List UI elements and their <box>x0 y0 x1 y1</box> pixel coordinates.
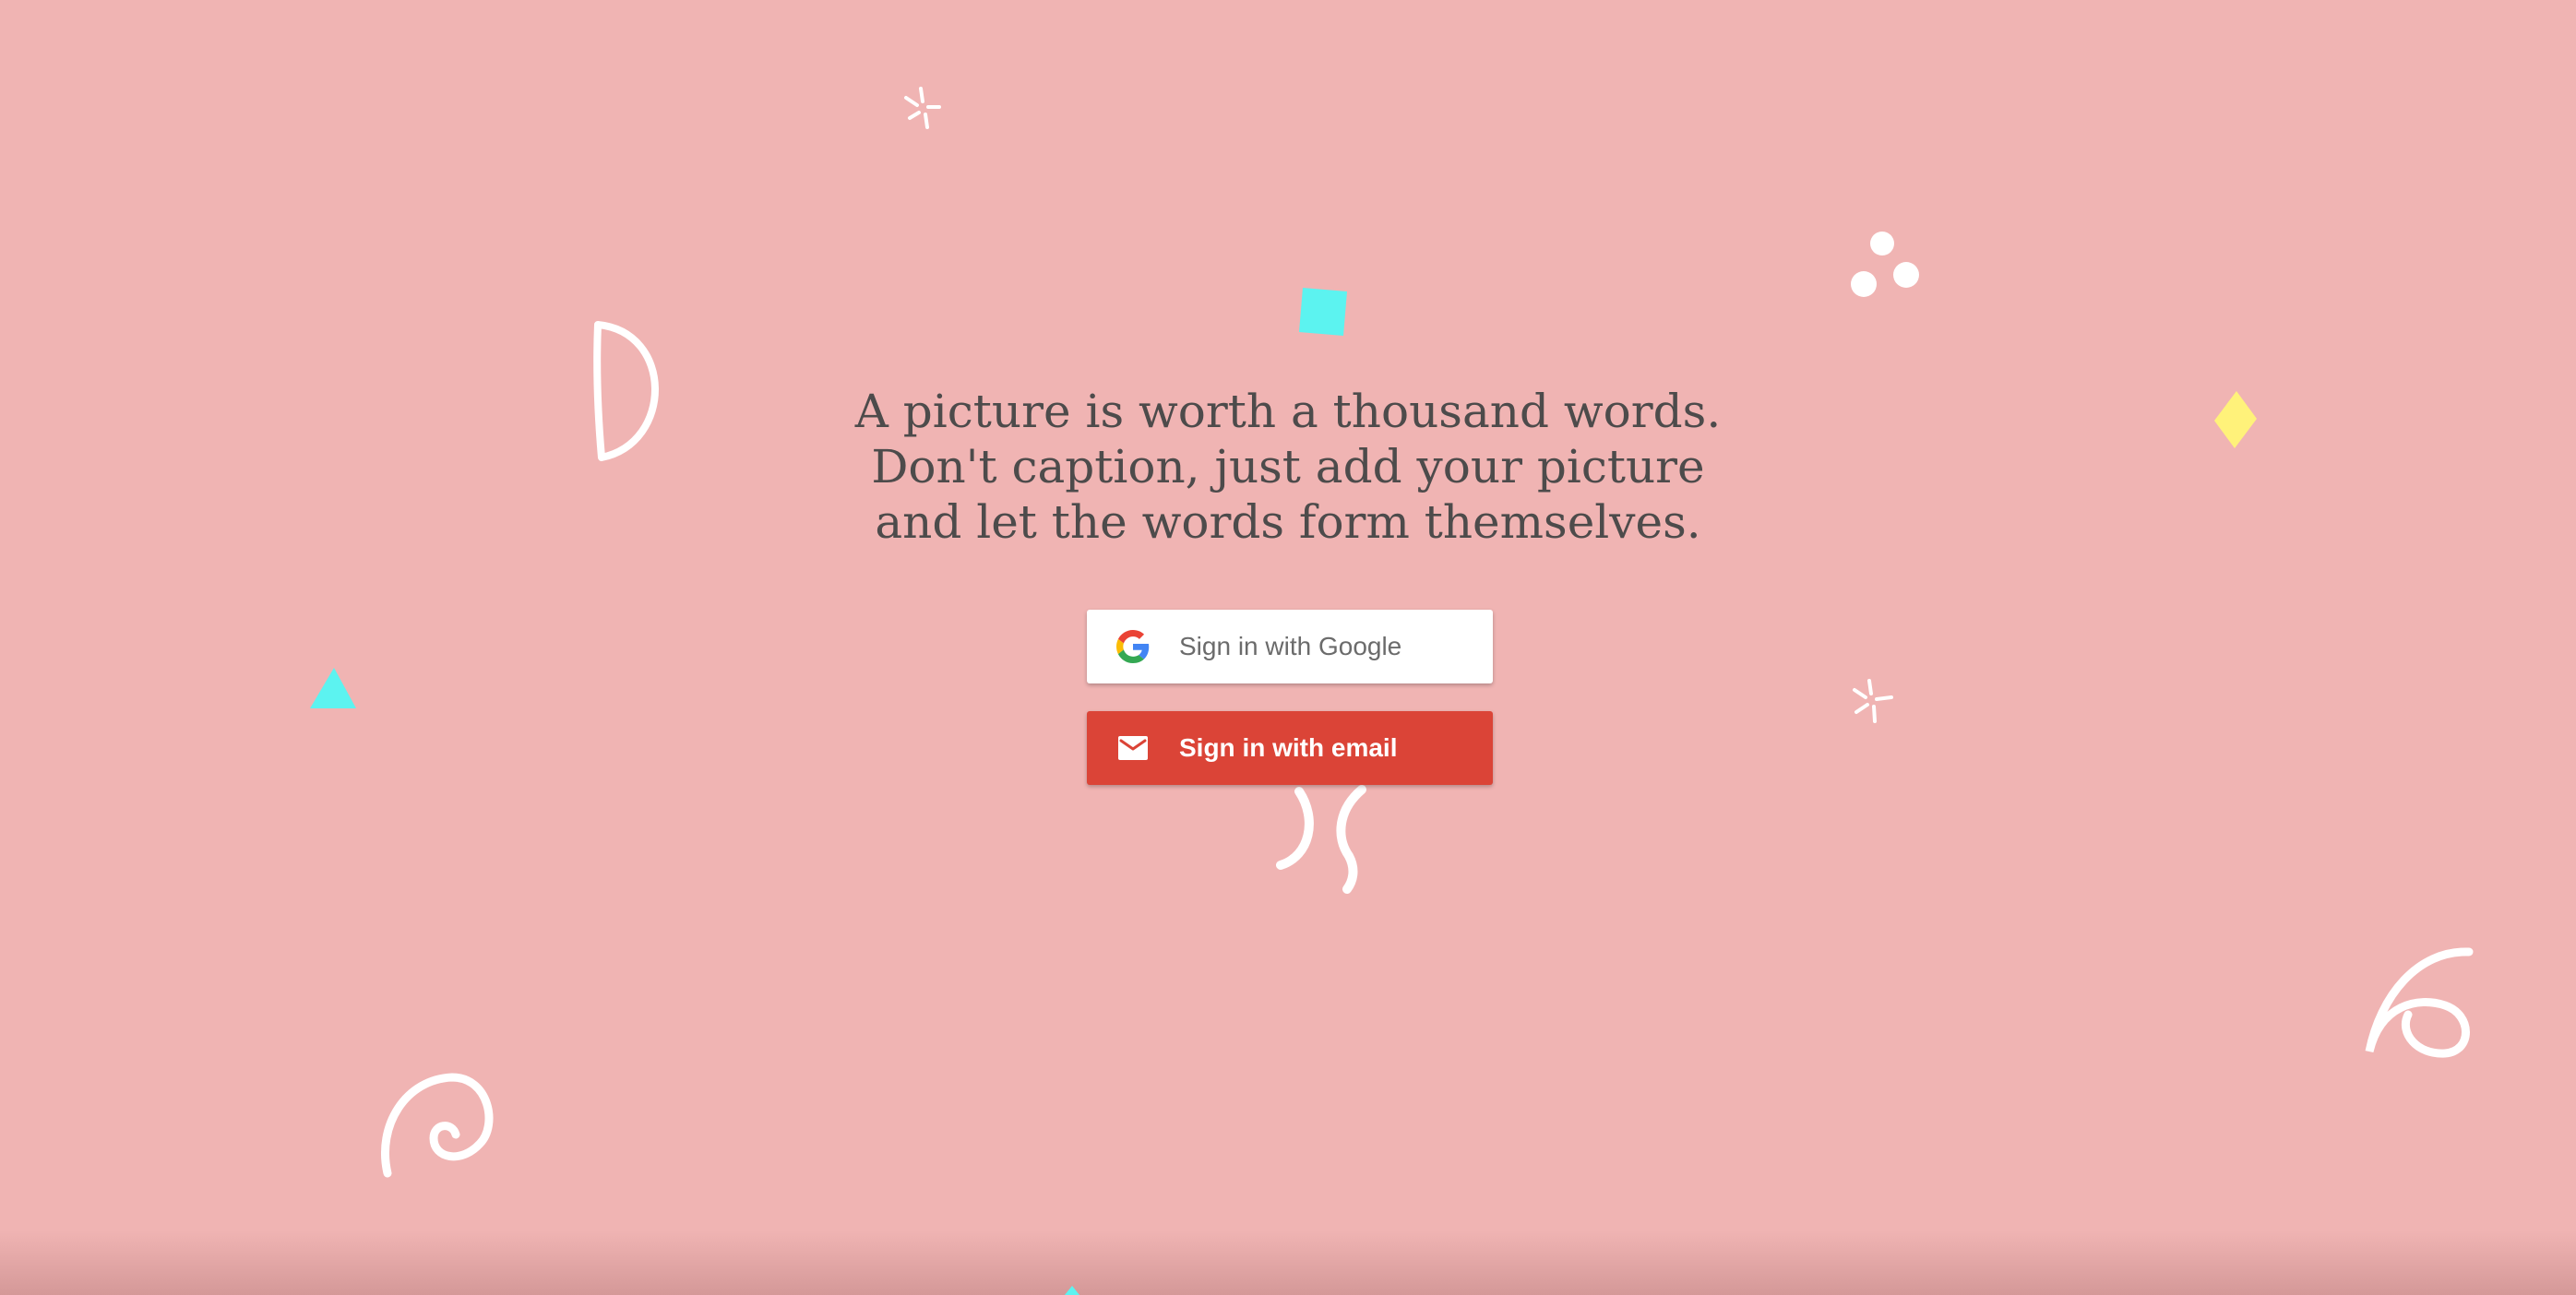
mail-icon <box>1116 731 1150 765</box>
cyan-tip-doodle <box>1065 1286 1079 1295</box>
sign-in-email-label: Sign in with email <box>1179 733 1398 762</box>
half-moon-doodle <box>593 321 659 461</box>
cyan-triangle-doodle <box>310 668 356 708</box>
curl-doodle <box>2365 947 2474 1058</box>
sparkle-doodle-right <box>1853 679 1893 723</box>
sign-in-email-button[interactable]: Sign in with email <box>1087 711 1493 785</box>
tagline-line-1: A picture is worth a thousand words. <box>854 385 1722 438</box>
cyan-square-doodle <box>1299 288 1347 336</box>
bottom-shadow <box>0 1230 2576 1295</box>
sign-in-google-label: Sign in with Google <box>1179 632 1402 660</box>
google-g-icon <box>1116 630 1150 663</box>
spiral-doodle <box>380 1073 494 1178</box>
wavy-lines-doodle <box>1276 785 1366 894</box>
tagline: A picture is worth a thousand words. Don… <box>827 384 1749 550</box>
sparkle-doodle-top <box>904 87 941 129</box>
yellow-diamond-doodle <box>2214 391 2257 448</box>
tagline-line-3: and let the words form themselves. <box>875 495 1701 549</box>
tagline-line-2: Don't caption, just add your picture <box>871 440 1705 493</box>
dots-doodle <box>1851 232 1919 297</box>
sign-in-google-button[interactable]: Sign in with Google <box>1087 610 1493 683</box>
